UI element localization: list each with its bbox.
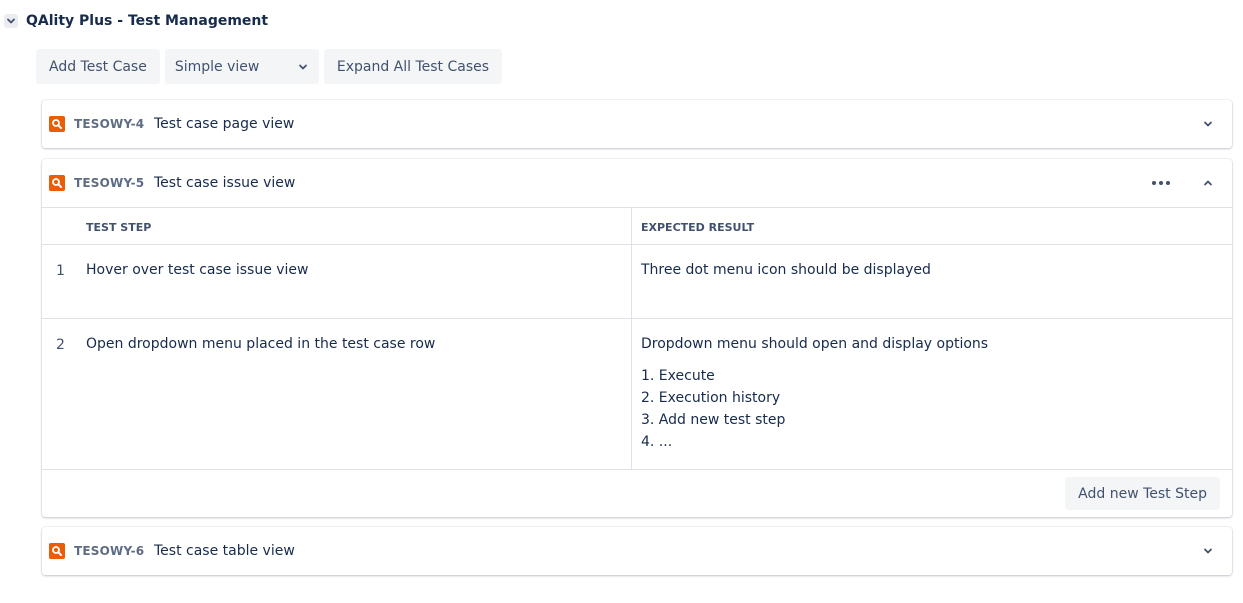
chevron-down-icon xyxy=(7,18,15,24)
expand-all-button[interactable]: Expand All Test Cases xyxy=(323,49,503,84)
list-item: 3. Add new test step xyxy=(641,412,786,428)
test-case-header[interactable]: TESOWY-6 Test case table view xyxy=(42,527,1232,575)
table-header-row: TEST STEP EXPECTED RESULT xyxy=(42,208,1232,245)
step-text: Open dropdown menu placed in the test ca… xyxy=(86,336,436,352)
chevron-down-icon[interactable] xyxy=(1202,545,1214,557)
list-item: 1. Execute xyxy=(641,368,715,384)
test-case-key[interactable]: TESOWY-5 xyxy=(74,176,144,190)
add-test-case-label: Add Test Case xyxy=(49,58,147,75)
card-footer: Add new Test Step xyxy=(42,470,1232,517)
add-test-case-button[interactable]: Add Test Case xyxy=(36,49,160,84)
view-select-value: Simple view xyxy=(174,58,260,75)
expected-result-text: Dropdown menu should open and display op… xyxy=(641,336,989,352)
chevron-up-icon[interactable] xyxy=(1202,177,1214,189)
test-case-card: TESOWY-4 Test case page view xyxy=(42,100,1232,148)
step-text: Hover over test case issue view xyxy=(86,262,309,278)
toolbar: Add Test Case Simple view Expand All Tes… xyxy=(36,49,507,84)
search-icon xyxy=(49,543,65,559)
step-number: 2 xyxy=(56,337,65,353)
test-case-card-expanded: TESOWY-5 Test case issue view TEST STEP … xyxy=(42,159,1232,517)
expand-all-label: Expand All Test Cases xyxy=(336,58,490,75)
section-header: QAlity Plus - Test Management xyxy=(4,10,268,32)
test-case-card: TESOWY-6 Test case table view xyxy=(42,527,1232,575)
test-case-summary: Test case issue view xyxy=(154,175,296,191)
list-item: 4. ... xyxy=(641,434,673,450)
test-case-header[interactable]: TESOWY-5 Test case issue view xyxy=(42,159,1232,207)
chevron-down-icon xyxy=(298,64,307,69)
chevron-down-icon[interactable] xyxy=(1202,118,1214,130)
test-case-key[interactable]: TESOWY-4 xyxy=(74,117,144,131)
test-case-summary: Test case table view xyxy=(154,543,295,559)
table-row[interactable]: 1 Hover over test case issue view Three … xyxy=(42,245,1232,319)
test-case-key[interactable]: TESOWY-6 xyxy=(74,544,144,558)
column-header-expected-result: EXPECTED RESULT xyxy=(641,221,755,234)
expected-result-list: 1. Execute 2. Execution history 3. Add n… xyxy=(641,365,785,453)
section-title: QAlity Plus - Test Management xyxy=(26,13,269,29)
expected-result-text: Three dot menu icon should be displayed xyxy=(641,262,931,278)
add-test-step-button[interactable]: Add new Test Step xyxy=(1065,477,1220,510)
search-icon xyxy=(49,175,65,191)
table-row[interactable]: 2 Open dropdown menu placed in the test … xyxy=(42,319,1232,470)
test-case-summary: Test case page view xyxy=(154,116,295,132)
column-header-test-step: TEST STEP xyxy=(86,221,152,234)
test-case-header[interactable]: TESOWY-4 Test case page view xyxy=(42,100,1232,148)
search-icon xyxy=(49,116,65,132)
view-select[interactable]: Simple view xyxy=(164,49,319,84)
list-item: 2. Execution history xyxy=(641,390,781,406)
test-steps-table: TEST STEP EXPECTED RESULT 1 Hover over t… xyxy=(42,207,1232,470)
step-number: 1 xyxy=(56,263,65,279)
more-icon[interactable] xyxy=(1152,181,1170,185)
section-collapse-button[interactable] xyxy=(4,14,18,28)
